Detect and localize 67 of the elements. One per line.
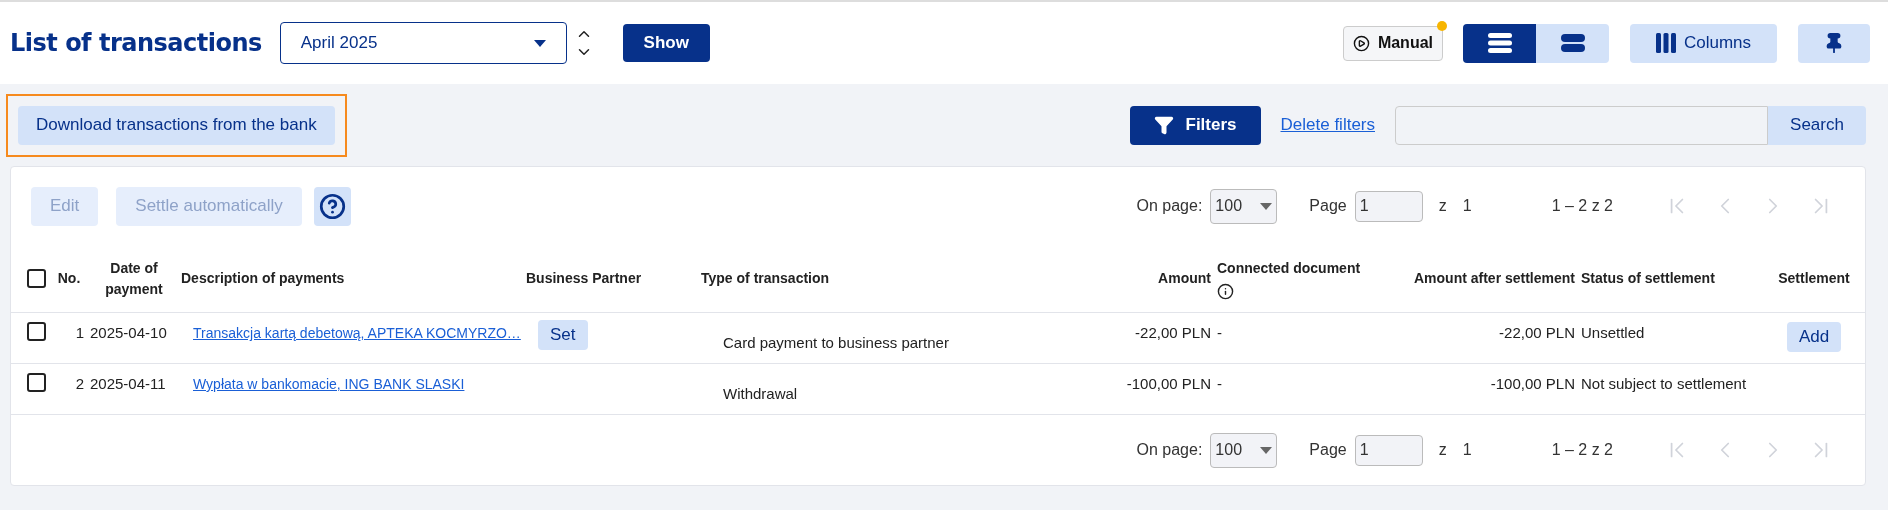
- column-header: Status of settlement: [1581, 270, 1715, 286]
- caret-icon: [533, 39, 546, 47]
- filters-button[interactable]: Filters: [1129, 105, 1261, 145]
- column-header: Description of payments: [181, 270, 345, 286]
- range-text: 1 – 2 z 2: [1551, 440, 1613, 460]
- table-cell-text: -100,00 PLN: [1489, 374, 1576, 394]
- total-pages: 1: [1462, 440, 1472, 460]
- per-page-label: On page:: [1136, 196, 1203, 216]
- table-cell-text: -: [1217, 323, 1223, 343]
- play-icon: [1352, 34, 1370, 52]
- table-cell-text: Card payment to business partner: [722, 333, 950, 353]
- column-header: Type of transaction: [701, 270, 830, 286]
- per-page-select[interactable]: 100: [1210, 432, 1278, 468]
- help-icon: [318, 192, 346, 220]
- set-partner-button[interactable]: Set: [538, 320, 588, 350]
- show-button[interactable]: Show: [622, 24, 710, 62]
- table-cell-text: -: [1217, 374, 1223, 394]
- caret-icon: [1260, 202, 1273, 210]
- table-cell-text: 2025-04-11: [89, 374, 167, 394]
- table-cell-text: Withdrawal: [722, 384, 799, 404]
- page-label: Page: [1309, 440, 1347, 460]
- column-header: Connected document: [1217, 258, 1361, 278]
- column-header: Amount: [1158, 270, 1211, 286]
- view-mode-button[interactable]: [1536, 23, 1609, 63]
- table-cell-text: 2025-04-10: [89, 323, 168, 343]
- download-button[interactable]: Download transactions from the bank: [18, 105, 335, 145]
- filter-icon: [1153, 115, 1174, 135]
- table-cell-text: -22,00 PLN: [1498, 323, 1576, 343]
- view-mode-button[interactable]: [1463, 23, 1536, 63]
- column-header: Amount after settlement: [1413, 270, 1575, 286]
- columns-button[interactable]: Columns: [1630, 23, 1777, 63]
- column-header: No.: [57, 270, 81, 286]
- caret-icon: [1260, 446, 1273, 454]
- period-select[interactable]: April 2025: [279, 22, 567, 64]
- per-page-select[interactable]: 100: [1210, 188, 1278, 224]
- page-title: List of transactions: [10, 28, 262, 59]
- three-bars-icon: [1487, 33, 1512, 53]
- help-button[interactable]: [313, 186, 351, 226]
- table-cell-text: -22,00 PLN: [1134, 323, 1212, 343]
- search-button[interactable]: Search: [1768, 105, 1866, 145]
- of-label: z: [1438, 196, 1447, 216]
- table-cell-text: 1: [74, 323, 85, 343]
- of-label: z: [1438, 440, 1447, 460]
- description-link[interactable]: Wypłata w bankomacie, ING BANK SLASKI: [193, 376, 465, 392]
- table-cell-text: 2: [74, 374, 85, 394]
- column-header: Business Partner: [526, 270, 642, 286]
- pin-button[interactable]: [1798, 23, 1870, 63]
- column-header: Date of payment: [105, 259, 163, 297]
- checkbox[interactable]: [26, 269, 46, 288]
- two-bars-icon: [1560, 33, 1585, 53]
- column-header: Settlement: [1778, 270, 1850, 286]
- checkbox[interactable]: [26, 373, 46, 392]
- range-text: 1 – 2 z 2: [1551, 196, 1613, 216]
- table-cell-text: -100,00 PLN: [1125, 374, 1212, 394]
- delete-filters-link[interactable]: Delete filters: [1280, 112, 1375, 138]
- page-input[interactable]: 1: [1354, 434, 1423, 466]
- total-pages: 1: [1462, 196, 1472, 216]
- manual-button[interactable]: Manual: [1342, 25, 1443, 61]
- page-label: Page: [1309, 196, 1347, 216]
- page-input[interactable]: 1: [1354, 190, 1423, 222]
- columns-icon: [1655, 33, 1676, 53]
- table-cell-text: Not subject to settlement: [1581, 374, 1748, 394]
- description-link[interactable]: Transakcja kartą debetową, APTEKA KOCMYRZO…: [193, 325, 521, 341]
- checkbox[interactable]: [26, 322, 46, 341]
- per-page-label: On page:: [1136, 440, 1203, 460]
- table-cell-text: Unsettled: [1581, 323, 1646, 343]
- add-settlement-button[interactable]: Add: [1786, 322, 1842, 352]
